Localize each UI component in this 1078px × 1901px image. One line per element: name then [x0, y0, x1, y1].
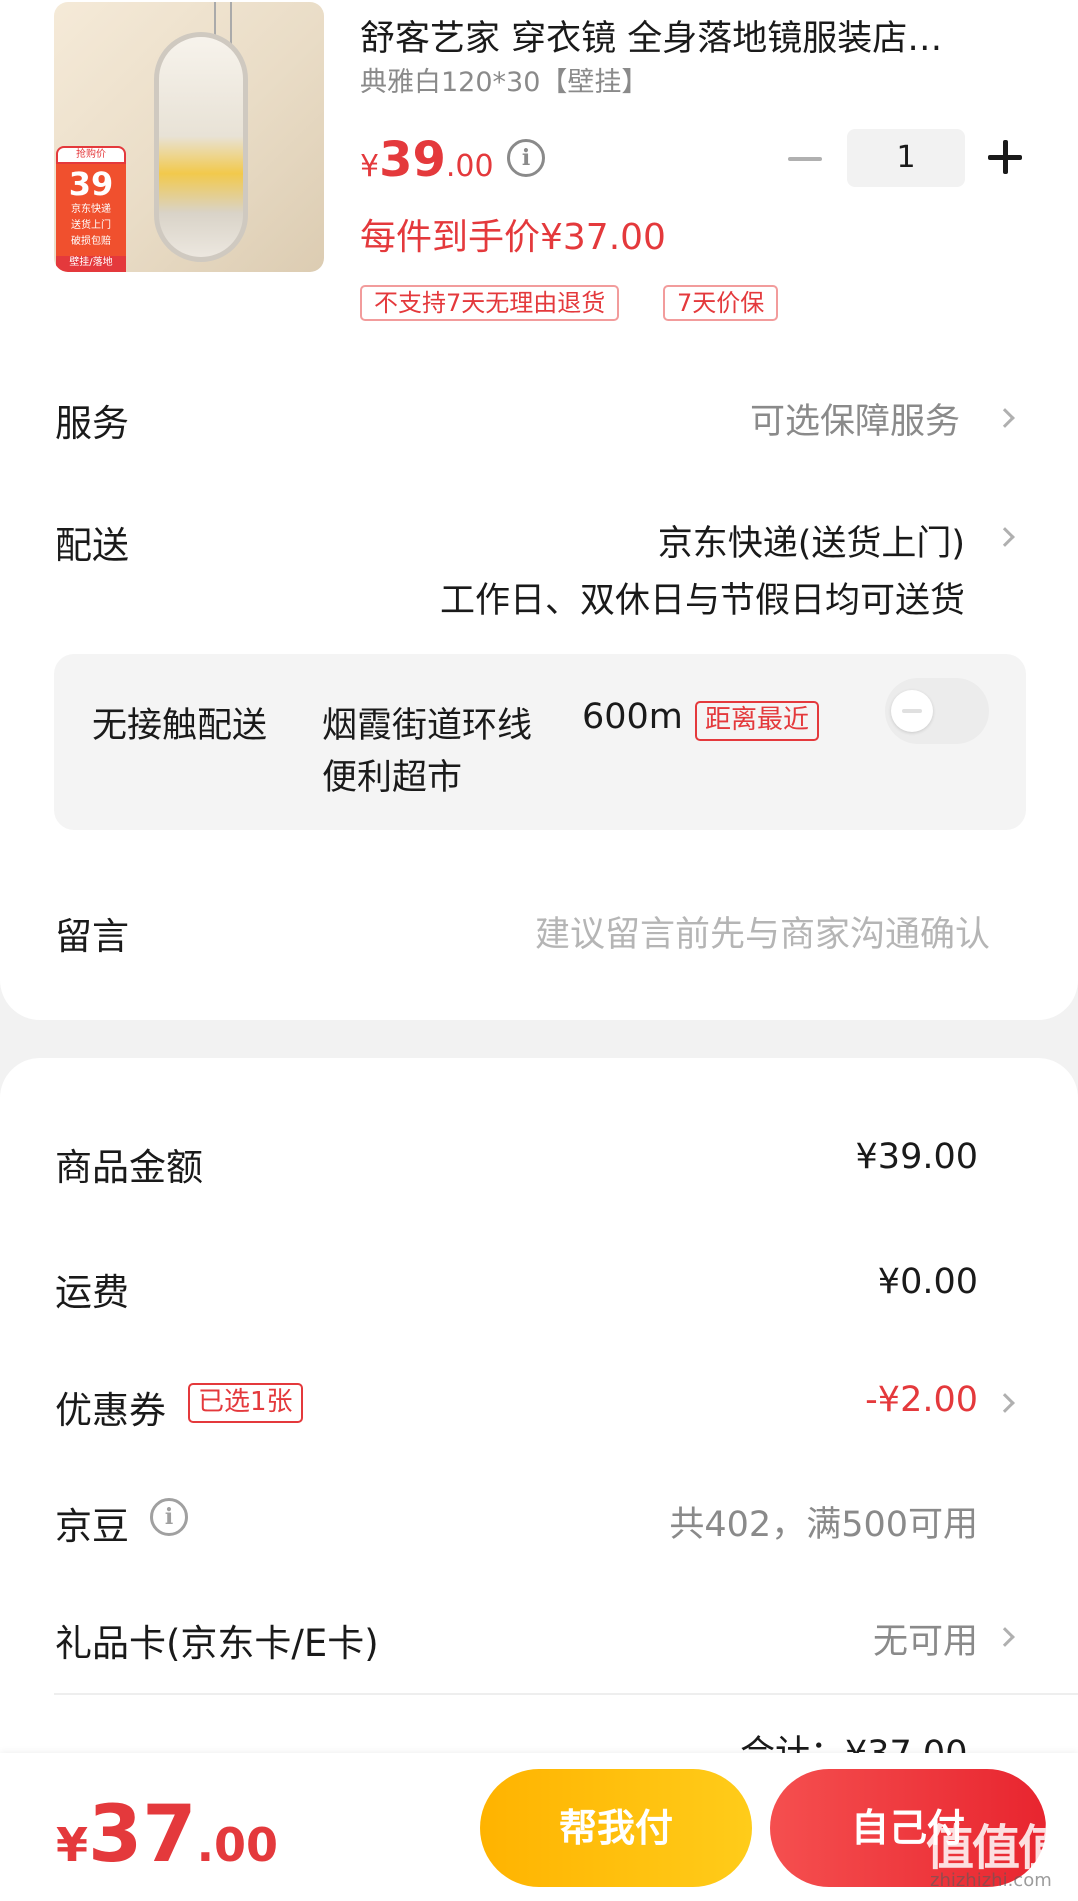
- gift-card-label: 礼品卡(京东卡/E卡): [55, 1622, 379, 1665]
- message-label: 留言: [55, 915, 129, 958]
- checkout-total-price: ¥37.00: [56, 1790, 278, 1880]
- pickup-distance: 600m: [582, 697, 683, 737]
- coupon-label: 优惠券: [55, 1389, 166, 1432]
- product-price: ¥39.00: [360, 132, 494, 188]
- coupon-selected-badge: 已选1张: [188, 1383, 303, 1423]
- decrease-quantity-button[interactable]: [788, 138, 824, 178]
- jd-beans-value: 共402，满500可用: [669, 1505, 978, 1545]
- no-return-tag: 不支持7天无理由退货: [360, 285, 620, 321]
- pickup-place-name: 烟霞街道环线: [322, 706, 533, 746]
- total-integer: 37: [88, 1790, 197, 1880]
- promo-number: 39: [68, 165, 114, 203]
- promo-main: 39 京东快递 送货上门 破损包赔: [56, 164, 126, 256]
- contactless-label: 无接触配送: [92, 706, 268, 746]
- total-currency: ¥: [56, 1818, 89, 1872]
- product-title[interactable]: 舒客艺家 穿衣镜 全身落地镜服装店…: [360, 10, 1010, 61]
- promo-line: 京东快递: [71, 204, 111, 215]
- toggle-knob: [891, 690, 933, 732]
- gift-card-value[interactable]: 无可用: [873, 1613, 978, 1664]
- shipping-value: ¥0.00: [877, 1262, 978, 1302]
- increase-quantity-button[interactable]: [988, 140, 1022, 174]
- watermark-url: zhizhizhi.com: [930, 1870, 1052, 1891]
- service-value[interactable]: 可选保障服务: [750, 393, 960, 444]
- summary-divider: [54, 1693, 1078, 1695]
- price-info-icon[interactable]: i: [507, 139, 545, 177]
- promo-line: 送货上门: [71, 220, 111, 231]
- product-thumbnail[interactable]: 抢购价 39 京东快递 送货上门 破损包赔 壁挂/落地: [54, 2, 324, 272]
- watermark-logo: 值值值: [926, 1820, 1066, 1876]
- coupon-value[interactable]: -¥2.00: [865, 1380, 978, 1420]
- contactless-toggle[interactable]: [885, 678, 989, 744]
- shipping-label: 运费: [55, 1271, 129, 1314]
- promo-top: 抢购价: [56, 146, 126, 164]
- help-me-pay-button[interactable]: 帮我付: [480, 1769, 752, 1887]
- delivery-value[interactable]: 京东快递(送货上门): [658, 515, 965, 566]
- beans-info-icon[interactable]: i: [150, 1498, 188, 1536]
- mirror-image: [154, 32, 248, 262]
- delivery-label: 配送: [55, 524, 129, 567]
- total-decimal: .00: [196, 1818, 279, 1872]
- promo-label: 抢购价 39 京东快递 送货上门 破损包赔 壁挂/落地: [56, 146, 126, 272]
- price-decimal: .00: [445, 149, 494, 184]
- pickup-place-name-line2: 便利超市: [322, 758, 463, 798]
- jd-beans-label: 京豆: [55, 1505, 129, 1548]
- price-currency: ¥: [360, 149, 380, 184]
- promo-bottom: 壁挂/落地: [56, 256, 126, 272]
- goods-amount-value: ¥39.00: [855, 1137, 978, 1177]
- price-integer: 39: [379, 132, 446, 188]
- product-sku: 典雅白120*30【壁挂】: [360, 67, 649, 98]
- delivery-note: 工作日、双休日与节假日均可送货: [439, 581, 965, 621]
- promo-line: 破损包赔: [71, 236, 111, 247]
- goods-amount-label: 商品金额: [55, 1146, 203, 1189]
- unit-final-price: 每件到手价¥37.00: [360, 217, 666, 258]
- service-label: 服务: [55, 402, 129, 445]
- quantity-input[interactable]: 1: [847, 129, 965, 187]
- price-protect-tag: 7天价保: [663, 285, 779, 321]
- nearest-badge: 距离最近: [695, 701, 820, 741]
- message-input[interactable]: 建议留言前先与商家沟通确认: [535, 906, 990, 957]
